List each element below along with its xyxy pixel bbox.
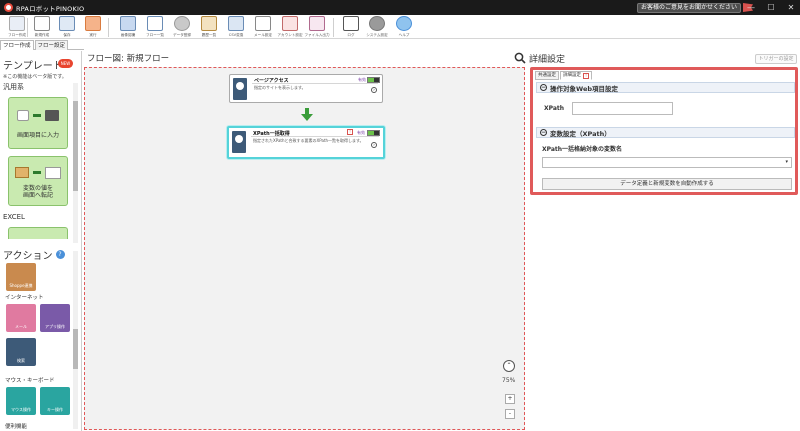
- globe-icon: [232, 131, 246, 153]
- category-general: 汎用系: [3, 83, 24, 91]
- history-icon: [201, 16, 217, 31]
- minimize-button[interactable]: —: [741, 0, 761, 15]
- run-icon: [85, 16, 101, 31]
- csv-button[interactable]: CSV変換: [221, 16, 251, 39]
- title-bar: RPAロボットPINOKIO お客様のご意見をお聞かせください — ☐ ✕: [0, 0, 800, 15]
- template-card-input[interactable]: 画面項目に入力: [8, 97, 68, 149]
- scroll-up-button[interactable]: ⌃: [503, 360, 515, 372]
- enable-toggle[interactable]: [367, 130, 380, 136]
- tab-detail-settings[interactable]: 詳細設定 !: [560, 71, 592, 80]
- collapse-icon[interactable]: −: [540, 84, 547, 91]
- detail-panel: 共通設定 詳細設定 ! − 操作対象Web項目設定 XPath − 変数設定（X…: [530, 67, 798, 195]
- browser-icon: [17, 110, 29, 121]
- maximize-button[interactable]: ☐: [761, 0, 781, 15]
- detail-title: 詳細設定: [529, 55, 566, 65]
- help-circle-icon[interactable]: ?: [55, 250, 65, 259]
- trigger-settings-button[interactable]: トリガーの設定: [755, 54, 797, 64]
- template-heading: テンプレート: [3, 61, 63, 72]
- globe-icon: [233, 78, 247, 100]
- close-button[interactable]: ✕: [781, 0, 800, 15]
- flow-node-xpath[interactable]: XPath一括取得 指定されたXPathと合致する要素のXPath一覧を取得しま…: [227, 126, 385, 159]
- auto-create-button[interactable]: データ定義と新規変数を自動作成する: [542, 178, 792, 190]
- mail-icon: [255, 16, 271, 31]
- left-panel: テンプレート NEW ※この機能はベータ版です。 汎用系 画面項目に入力 変数の…: [0, 51, 82, 431]
- template-card-transfer[interactable]: 変数の値を 画面へ転記: [8, 156, 68, 206]
- database-button[interactable]: データ登録: [167, 16, 197, 39]
- form-icon: [45, 110, 59, 121]
- tab-flow-create[interactable]: フロー作成: [0, 40, 34, 50]
- warning-icon: !: [347, 129, 353, 135]
- flow-list-button[interactable]: フロー一覧: [140, 16, 170, 39]
- system-settings-icon: [369, 16, 385, 31]
- category-mouse: マウス・キーボード: [5, 378, 55, 384]
- action-tile-search[interactable]: 検索: [6, 338, 36, 366]
- expand-icon[interactable]: ›: [371, 142, 377, 148]
- action-scrollbar[interactable]: [73, 251, 78, 429]
- arrow-down-icon: [301, 108, 313, 121]
- variable-name-label: XPath一括格納対象の変数名: [542, 146, 623, 153]
- flow-create-icon: [9, 16, 25, 31]
- new-file-icon: [34, 16, 50, 31]
- flow-list-icon: [147, 16, 163, 31]
- zoom-out-button[interactable]: -: [505, 409, 515, 419]
- system-settings-button[interactable]: システム設定: [362, 16, 392, 39]
- image-recognition-button[interactable]: 画像認識: [113, 16, 143, 39]
- log-icon: [343, 16, 359, 31]
- new-badge: NEW: [58, 59, 73, 68]
- zoom-in-button[interactable]: +: [505, 394, 515, 404]
- action-tile-mail[interactable]: メール: [6, 304, 36, 332]
- tab-flow-settings[interactable]: フロー設定: [34, 40, 69, 50]
- file-io-icon: [309, 16, 325, 31]
- flow-node-page-access[interactable]: ページアクセス 指定のサイトを表示します。 有効 ›: [229, 74, 383, 103]
- beta-note: ※この機能はベータ版です。: [3, 74, 67, 80]
- category-excel: EXCEL: [3, 213, 25, 221]
- help-button[interactable]: ヘルプ: [389, 16, 419, 39]
- category-internet: インターネット: [5, 295, 44, 301]
- left-tabs: フロー作成 フロー設定: [0, 40, 84, 50]
- ribbon-toolbar: フロー作成 新規作成 保存 実行 画像認識 フロー一覧 データ登録 履歴一覧 C…: [0, 15, 800, 39]
- file-io-button[interactable]: ファイル入出力: [302, 16, 332, 39]
- account-icon: [282, 16, 298, 31]
- help-icon: [396, 16, 412, 31]
- run-button[interactable]: 実行: [78, 16, 108, 39]
- collapse-icon[interactable]: −: [540, 129, 547, 136]
- tab-common-settings[interactable]: 共通設定: [535, 71, 559, 80]
- box-icon: [15, 167, 29, 178]
- template-card-excel[interactable]: [8, 227, 68, 239]
- csv-icon: [228, 16, 244, 31]
- action-tile-app[interactable]: アプリ操作: [40, 304, 70, 332]
- template-scrollbar[interactable]: [73, 83, 78, 243]
- search-icon[interactable]: [514, 52, 526, 64]
- app-title: RPAロボットPINOKIO: [16, 4, 85, 13]
- screen-icon: [45, 167, 61, 179]
- xpath-label: XPath: [544, 105, 565, 112]
- arrow-right-icon: [33, 171, 41, 174]
- action-heading: アクション ?: [3, 247, 65, 262]
- variable-select[interactable]: ▾: [542, 157, 792, 168]
- xpath-input[interactable]: [572, 102, 673, 115]
- enable-toggle[interactable]: [367, 77, 380, 83]
- chevron-down-icon: ▾: [785, 159, 788, 165]
- action-tile-shoppe[interactable]: Shoppe連携: [6, 263, 36, 291]
- account-settings-button[interactable]: アカウント設定: [275, 16, 305, 39]
- feedback-banner[interactable]: お客様のご意見をお聞かせください: [637, 2, 754, 13]
- detail-tabs: 共通設定 詳細設定 !: [535, 71, 593, 80]
- category-more: 便利機能: [5, 424, 28, 430]
- arrow-right-icon: [33, 114, 41, 117]
- action-tile-mouse[interactable]: マウス操作: [6, 387, 36, 415]
- mail-settings-button[interactable]: メール設定: [248, 16, 278, 39]
- zoom-level: 75%: [502, 377, 516, 384]
- warning-icon: !: [583, 72, 589, 79]
- section-web-target[interactable]: − 操作対象Web項目設定: [536, 82, 795, 93]
- image-recognition-icon: [120, 16, 136, 31]
- flow-title: フロー図: 新規フロー: [87, 54, 170, 64]
- app-logo-icon: [4, 3, 13, 12]
- section-variable[interactable]: − 変数設定（XPath）: [536, 127, 795, 138]
- expand-icon[interactable]: ›: [371, 87, 377, 93]
- action-tile-keyboard[interactable]: キー操作: [40, 387, 70, 415]
- save-icon: [59, 16, 75, 31]
- database-icon: [174, 16, 190, 31]
- feedback-text[interactable]: お客様のご意見をお聞かせください: [637, 2, 742, 13]
- history-button[interactable]: 履歴一覧: [194, 16, 224, 39]
